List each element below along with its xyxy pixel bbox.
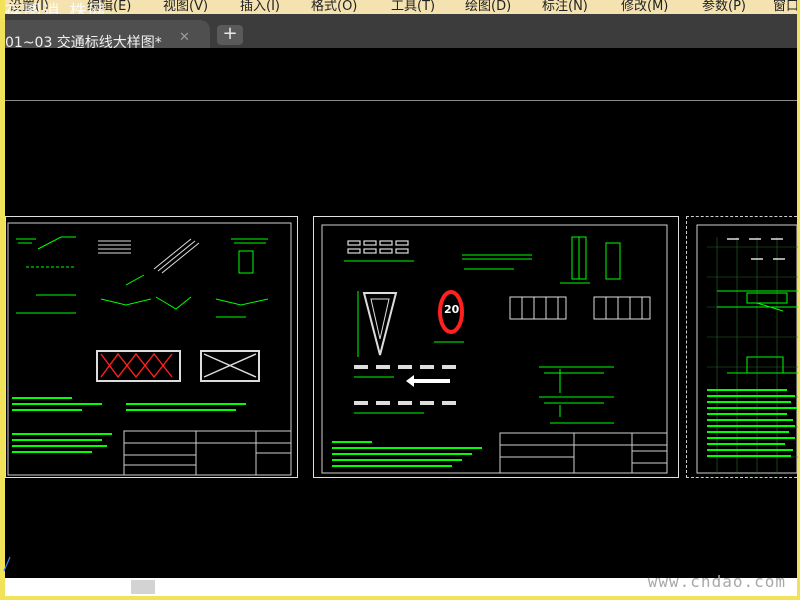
canvas-guide-line	[5, 100, 797, 101]
drawing-sheet-right[interactable]	[686, 216, 798, 478]
menu-bar: 设置(I) 编辑(E) 视图(V) 插入(I) 格式(O) 工具(T) 绘图(D…	[5, 0, 797, 14]
drawing-sheet-middle[interactable]: 20	[313, 216, 679, 478]
scrollbar-thumb[interactable]	[131, 580, 155, 594]
drawing-canvas[interactable]: 20	[3, 48, 798, 578]
document-tab-strip: 01~03 交通标线大样图* ✕ +	[5, 14, 797, 51]
sheet-right-drawing	[696, 224, 798, 474]
speed-limit-value: 20	[444, 303, 460, 316]
menu-item-view[interactable]: 视图(V)	[163, 0, 208, 14]
sheet-left-drawing	[7, 222, 292, 476]
menu-item-draw[interactable]: 绘图(D)	[465, 0, 511, 14]
ucs-icon	[3, 556, 11, 572]
menu-item-modify[interactable]: 修改(M)	[621, 0, 668, 14]
drawing-sheet-left[interactable]	[5, 216, 298, 478]
close-icon[interactable]: ✕	[179, 30, 190, 45]
watermark-url: www.cndao.com	[647, 572, 786, 591]
menu-item-tools[interactable]: 工具(T)	[391, 0, 435, 14]
menu-item-insert[interactable]: 插入(I)	[240, 0, 280, 14]
menu-item-params[interactable]: 参数(P)	[702, 0, 746, 14]
new-tab-button[interactable]: +	[217, 25, 243, 45]
menu-item-dimension[interactable]: 标注(N)	[542, 0, 588, 14]
menu-item-format[interactable]: 格式(O)	[311, 0, 357, 14]
sheet-middle-drawing	[321, 224, 668, 474]
window-frame-bottom	[0, 596, 800, 600]
menu-item-window[interactable]: 窗口	[773, 0, 797, 14]
tab-drawing[interactable]: 01~03 交通标线大样图* ✕	[5, 20, 210, 51]
